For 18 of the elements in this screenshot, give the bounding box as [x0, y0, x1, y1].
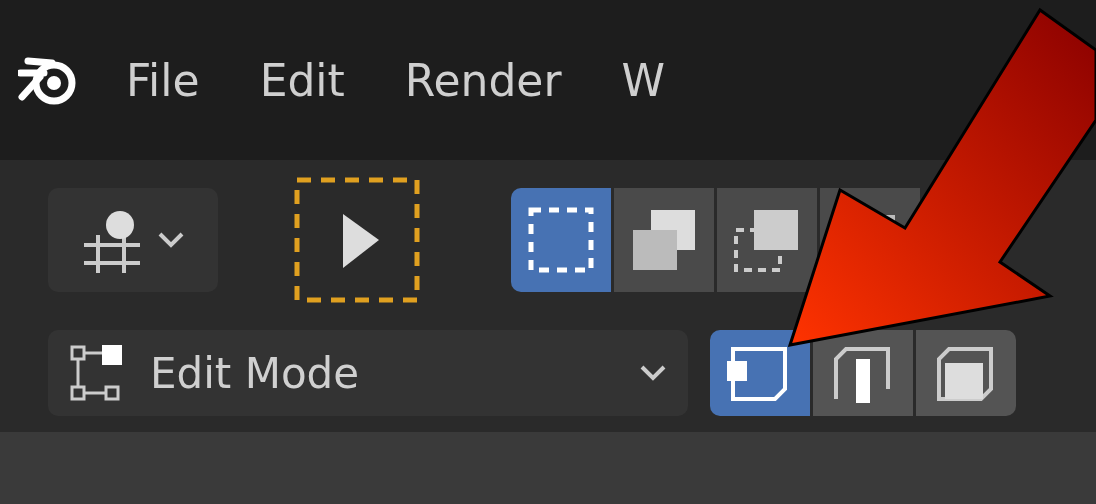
mesh-icon	[68, 343, 124, 403]
menu-item[interactable]: W	[621, 54, 666, 106]
edge-mode-button[interactable]	[813, 330, 913, 416]
face-mode-button[interactable]	[916, 330, 1016, 416]
box-select-icon	[526, 205, 596, 275]
mode-dropdown[interactable]: Edit Mode	[48, 330, 688, 416]
select-mode-button[interactable]	[717, 188, 817, 292]
select-mode-button[interactable]	[511, 188, 611, 292]
vertex-mode-button[interactable]	[710, 330, 810, 416]
select-mode-button[interactable]	[614, 188, 714, 292]
object-type-button[interactable]	[48, 188, 218, 292]
caret-icon	[638, 363, 668, 383]
menu-item[interactable]: File	[126, 54, 200, 106]
menu-item[interactable]: Render	[404, 54, 562, 106]
cursor-icon	[293, 176, 421, 304]
menu-item[interactable]: Edit	[259, 54, 345, 106]
select-tool-button[interactable]	[293, 176, 421, 304]
caret-icon	[156, 230, 186, 250]
